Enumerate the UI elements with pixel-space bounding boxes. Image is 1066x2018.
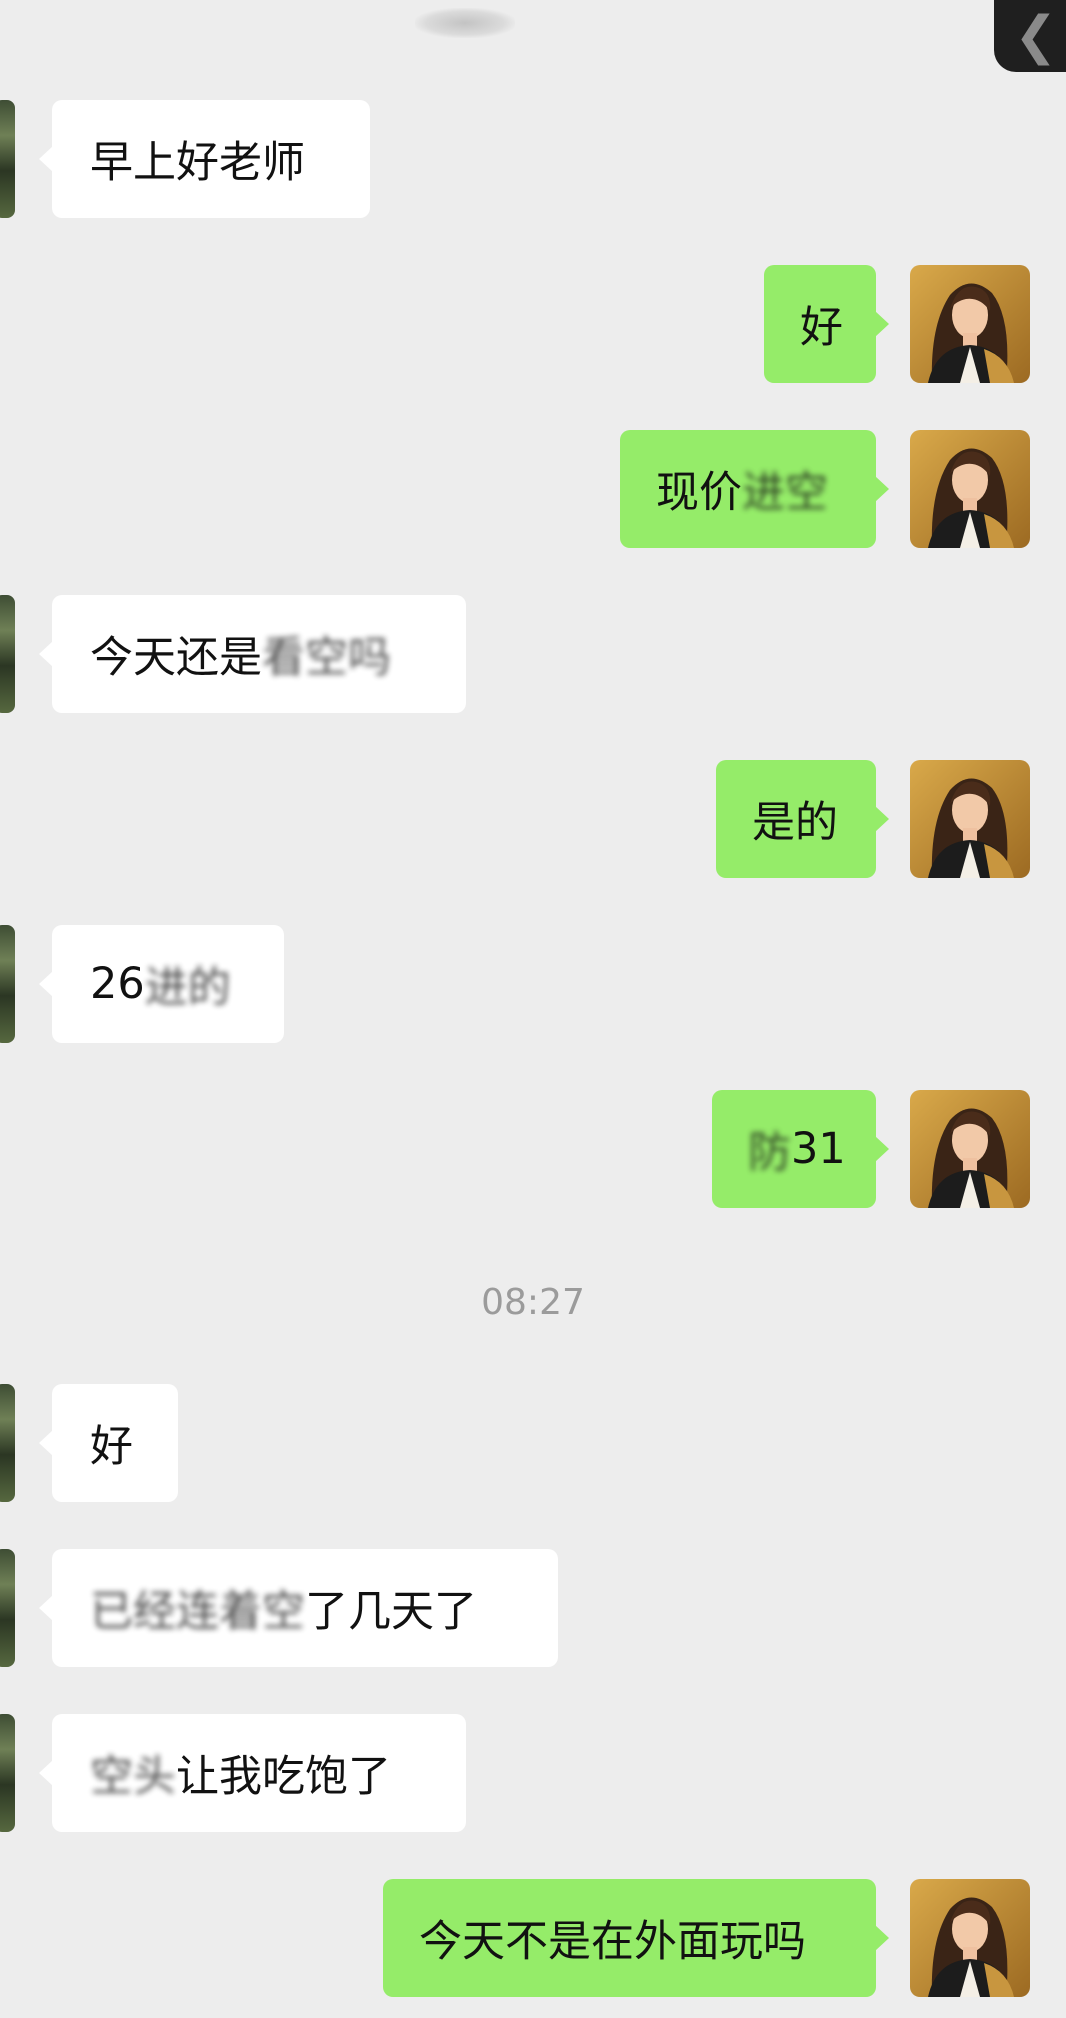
message-text-redacted: 进的 — [144, 963, 231, 1013]
message-text: 好 — [800, 303, 843, 353]
message-text: 了几天了 — [305, 1587, 477, 1637]
message-bubble-incoming[interactable]: 空头 让我吃饱了 — [39, 1714, 466, 1832]
my-avatar[interactable] — [910, 1090, 1030, 1208]
contact-avatar[interactable] — [0, 1549, 15, 1667]
message-timestamp: 08:27 — [481, 1282, 585, 1323]
message-text: 好 — [90, 1422, 133, 1472]
message-text-redacted: 空头 — [90, 1752, 176, 1802]
message-bubble-incoming[interactable]: 今天还是 看空吗 — [39, 595, 466, 713]
message-bubble-outgoing[interactable]: 是的 — [716, 760, 889, 878]
status-bar-time-blurred — [415, 8, 515, 38]
my-avatar[interactable] — [910, 430, 1030, 548]
back-button[interactable]: ❮ — [994, 0, 1066, 72]
message-bubble-incoming[interactable]: 26 进的 — [39, 925, 284, 1043]
my-avatar[interactable] — [910, 1879, 1030, 1997]
message-text-redacted: 已经连着空 — [90, 1587, 305, 1637]
contact-avatar[interactable] — [0, 1384, 15, 1502]
message-bubble-incoming[interactable]: 已经连着空 了几天了 — [39, 1549, 558, 1667]
message-bubble-incoming[interactable]: 好 — [39, 1384, 178, 1502]
contact-avatar[interactable] — [0, 925, 15, 1043]
message-bubble-outgoing[interactable]: 好 — [764, 265, 889, 383]
contact-avatar[interactable] — [0, 100, 15, 218]
contact-avatar[interactable] — [0, 1714, 15, 1832]
chat-window: ❮ 早上好老师 好 现价 进空 今天还是看空吗 是的 26 进的 防 31 08… — [0, 0, 1066, 2018]
message-bubble-incoming[interactable]: 早上好老师 — [39, 100, 370, 218]
message-text: 让我吃饱了 — [176, 1752, 391, 1802]
message-text: 现价 — [656, 468, 742, 518]
my-avatar[interactable] — [910, 760, 1030, 878]
message-bubble-outgoing[interactable]: 防 31 — [712, 1090, 889, 1208]
message-bubble-outgoing[interactable]: 现价 进空 — [620, 430, 889, 548]
message-text: 今天还是 — [90, 633, 262, 683]
message-bubble-outgoing[interactable]: 今天不是在外面玩吗 — [383, 1879, 889, 1997]
message-text: 早上好老师 — [90, 138, 305, 188]
message-text-redacted: 进空 — [742, 468, 828, 518]
message-text: 是的 — [752, 798, 838, 848]
message-text: 今天不是在外面玩吗 — [419, 1917, 806, 1967]
contact-avatar[interactable] — [0, 595, 15, 713]
message-text: 26 — [90, 959, 145, 1009]
chevron-left-icon: ❮ — [1014, 6, 1058, 66]
message-text: 31 — [791, 1124, 846, 1174]
message-text-redacted: 看空吗 — [262, 633, 391, 683]
my-avatar[interactable] — [910, 265, 1030, 383]
message-text-redacted: 防 — [748, 1128, 791, 1178]
